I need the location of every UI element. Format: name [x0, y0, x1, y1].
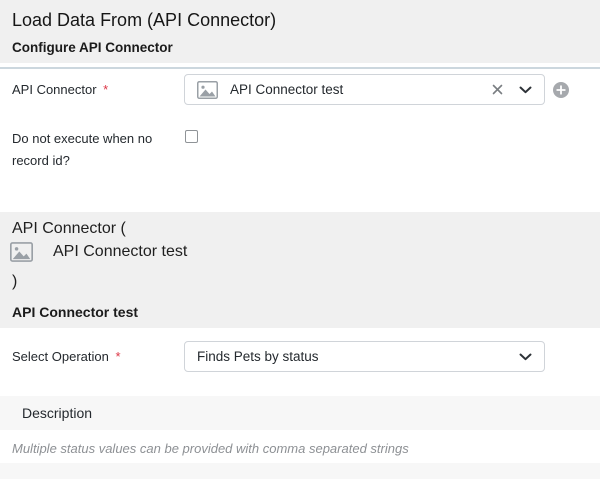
panel-header: Load Data From (API Connector) Configure… — [0, 0, 600, 63]
clear-selection-icon[interactable] — [490, 82, 505, 97]
connector-section: API Connector ( API Connector test ) API… — [0, 212, 600, 328]
header-divider — [0, 67, 600, 69]
api-connector-label: API Connector * — [12, 74, 108, 105]
connector-heading-open: API Connector ( — [12, 218, 588, 239]
operation-selected-value: Finds Pets by status — [197, 349, 319, 364]
image-icon — [10, 242, 33, 262]
chevron-down-icon[interactable] — [519, 86, 532, 94]
description-header: Description — [22, 405, 92, 421]
chevron-down-icon[interactable] — [519, 353, 532, 361]
connector-name-row: API Connector test — [12, 240, 588, 264]
description-header-band: Description — [0, 396, 600, 430]
add-connector-button[interactable] — [553, 82, 569, 98]
page-title: Load Data From (API Connector) — [12, 8, 588, 32]
select-operation-label: Select Operation * — [12, 341, 121, 372]
no-record-label: Do not execute when no record id? — [12, 128, 174, 172]
load-data-panel: Load Data From (API Connector) Configure… — [0, 0, 600, 479]
api-connector-label-text: API Connector — [12, 82, 97, 97]
plus-circle-icon — [553, 82, 569, 98]
connector-name: API Connector test — [53, 243, 187, 261]
connector-subheading: API Connector test — [12, 303, 588, 321]
select-operation-label-text: Select Operation — [12, 349, 109, 364]
required-asterisk: * — [103, 82, 108, 97]
api-connector-field-row: API Connector * API Connector test — [0, 74, 600, 105]
configure-section-title: Configure API Connector — [12, 39, 588, 57]
operation-select[interactable]: Finds Pets by status — [184, 341, 545, 372]
select-operation-field-row: Select Operation * Finds Pets by status — [0, 341, 600, 372]
api-connector-select[interactable]: API Connector test — [184, 74, 545, 105]
required-asterisk: * — [115, 349, 120, 364]
next-section-bar — [0, 463, 600, 479]
no-record-checkbox[interactable] — [185, 130, 198, 143]
connector-heading-close: ) — [12, 271, 588, 292]
operation-description-text: Multiple status values can be provided w… — [12, 440, 409, 457]
api-connector-selected-value: API Connector test — [230, 82, 343, 97]
image-icon — [197, 81, 218, 99]
